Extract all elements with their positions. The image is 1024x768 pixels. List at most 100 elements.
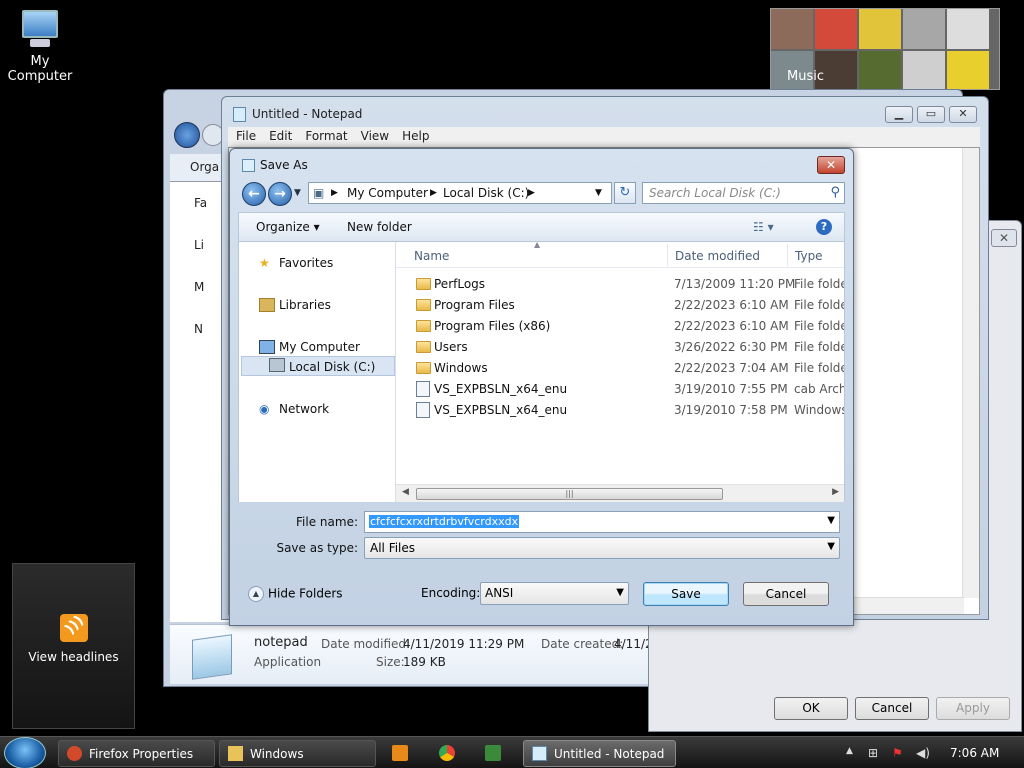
- column-name[interactable]: Name: [414, 249, 449, 263]
- dialog-close-button[interactable]: ✕: [817, 156, 845, 174]
- notepad-close-button[interactable]: ✕: [949, 106, 977, 123]
- detail-size-label: Size:: [376, 655, 405, 669]
- save-type-label: Save as type:: [276, 541, 358, 555]
- nav-item[interactable]: Fa: [194, 196, 207, 210]
- nav-libraries[interactable]: Libraries: [279, 298, 331, 312]
- clock[interactable]: 7:06 AM: [950, 746, 999, 760]
- nav-my-computer[interactable]: My Computer: [279, 340, 360, 354]
- nav-item[interactable]: N: [194, 322, 203, 336]
- address-dropdown-icon[interactable]: ▼: [595, 188, 602, 198]
- libraries-icon: [259, 298, 275, 312]
- nav-item[interactable]: M: [194, 280, 204, 294]
- chevron-right-icon[interactable]: ▶: [528, 188, 535, 198]
- search-icon[interactable]: ⚲: [830, 185, 840, 200]
- scroll-right-icon[interactable]: ▶: [832, 487, 839, 497]
- media-player-icon[interactable]: [392, 745, 408, 761]
- network-icon: ◉: [259, 402, 270, 416]
- breadcrumb-my-computer[interactable]: My Computer: [347, 186, 428, 200]
- back-arrow-icon[interactable]: ←: [242, 182, 266, 206]
- nav-local-disk[interactable]: Local Disk (C:): [289, 360, 375, 374]
- task-untitled-notepad[interactable]: Untitled - Notepad: [523, 740, 676, 767]
- volume-icon[interactable]: ◀): [916, 746, 930, 760]
- menu-bar: File Edit Format View Help: [228, 127, 980, 147]
- show-hidden-icons-icon[interactable]: ▲: [846, 746, 853, 756]
- app-icon[interactable]: [485, 745, 501, 761]
- menu-view[interactable]: View: [353, 127, 394, 143]
- menu-file[interactable]: File: [228, 127, 261, 143]
- feed-headlines-gadget[interactable]: View headlines: [12, 563, 135, 729]
- action-center-icon[interactable]: ⚑: [892, 746, 903, 760]
- save-form: File name: cfcfcfcxrxdrtdrbvfvcrdxxdx ▼ …: [238, 504, 845, 564]
- file-name-field[interactable]: cfcfcfcxrxdrtdrbvfvcrdxxdx ▼: [364, 511, 840, 533]
- views-icon[interactable]: ☷ ▾: [753, 220, 774, 234]
- file-name-label: File name:: [296, 515, 358, 529]
- volume-icon[interactable]: [903, 9, 945, 49]
- refresh-icon[interactable]: ↻: [614, 182, 636, 204]
- scroll-thumb[interactable]: |||: [416, 488, 723, 500]
- network-icon[interactable]: ⊞: [868, 746, 878, 760]
- save-as-dialog[interactable]: Save As ✕ ← → ▼ ▣ ▶ My Computer ▶ Local …: [229, 148, 854, 626]
- column-type[interactable]: Type: [795, 249, 823, 263]
- chevron-down-icon[interactable]: ▼: [616, 587, 624, 598]
- notepad-title: Untitled - Notepad: [252, 107, 363, 121]
- chevron-down-icon[interactable]: ▼: [827, 515, 835, 526]
- start-button[interactable]: [4, 737, 46, 768]
- horizontal-scrollbar[interactable]: ◀ ||| ▶: [396, 484, 844, 502]
- file-list[interactable]: Name ▲ Date modified Type PerfLogs 7/13/2…: [396, 242, 845, 502]
- organize-button[interactable]: Organize ▾: [256, 220, 320, 234]
- save-button[interactable]: Save: [643, 582, 729, 606]
- file-row[interactable]: Windows2/22/2023 7:04 AMFile folder: [396, 358, 844, 379]
- save-dialog-icon: [242, 159, 255, 172]
- file-row[interactable]: VS_EXPBSLN_x64_enu 3/19/2010 7:55 PM cab A…: [396, 379, 844, 400]
- nav-item[interactable]: Li: [194, 238, 204, 252]
- chevron-down-icon[interactable]: ▼: [827, 541, 835, 552]
- drive-icon: [269, 358, 285, 372]
- hide-folders-button[interactable]: ▲ Hide Folders: [248, 586, 343, 602]
- media-gadget[interactable]: Music: [770, 8, 1000, 90]
- folder-icon: [416, 362, 431, 374]
- file-row[interactable]: VS_EXPBSLN_x64_enu 3/19/2010 7:58 PM Windo…: [396, 400, 844, 421]
- recent-pages-chevron-icon[interactable]: ▼: [294, 188, 301, 198]
- file-row[interactable]: Program Files (x86) 2/22/2023 6:10 AM File…: [396, 316, 844, 337]
- save-type-value: All Files: [370, 541, 416, 555]
- minimize-button[interactable]: ▁: [885, 106, 913, 123]
- nav-network[interactable]: Network: [279, 402, 329, 416]
- menu-help[interactable]: Help: [394, 127, 434, 143]
- play-icon[interactable]: [903, 51, 945, 89]
- nav-favorites[interactable]: Favorites: [279, 256, 333, 270]
- folder-icon: [416, 299, 431, 311]
- chevron-right-icon[interactable]: ▶: [331, 188, 338, 198]
- back-button[interactable]: [174, 122, 200, 148]
- file-row[interactable]: Program Files2/22/2023 6:10 AMFile folde…: [396, 295, 844, 316]
- cancel-button[interactable]: Cancel: [855, 697, 929, 720]
- drive-icon: ▣: [313, 186, 325, 200]
- address-bar[interactable]: ▣ ▶ My Computer ▶ Local Disk (C:) ▶ ▼: [308, 182, 612, 204]
- detail-name: notepad: [254, 635, 308, 650]
- save-type-select[interactable]: All Files ▼: [364, 537, 840, 559]
- task-firefox-properties[interactable]: Firefox Properties: [58, 740, 215, 767]
- encoding-select[interactable]: ANSI ▼: [480, 582, 629, 605]
- menu-format[interactable]: Format: [297, 127, 352, 143]
- chevron-right-icon[interactable]: ▶: [430, 188, 437, 198]
- column-date-modified[interactable]: Date modified: [675, 249, 760, 263]
- new-folder-button[interactable]: New folder: [347, 220, 412, 234]
- scroll-left-icon[interactable]: ◀: [402, 487, 409, 497]
- chrome-icon[interactable]: [439, 745, 455, 761]
- vertical-scrollbar[interactable]: [962, 148, 979, 598]
- close-button[interactable]: ✕: [991, 229, 1017, 247]
- help-icon[interactable]: ?: [816, 219, 832, 235]
- breadcrumb-local-disk[interactable]: Local Disk (C:): [443, 186, 529, 200]
- forward-arrow-icon[interactable]: →: [268, 182, 292, 206]
- task-windows-folder[interactable]: Windows: [219, 740, 376, 767]
- my-computer-desktop-icon[interactable]: My Computer: [0, 8, 80, 84]
- maximize-button[interactable]: ▭: [917, 106, 945, 123]
- view-headlines-label[interactable]: View headlines: [13, 650, 134, 664]
- file-row[interactable]: Users3/26/2022 6:30 PMFile folder: [396, 337, 844, 358]
- music-label: Music: [787, 69, 824, 84]
- file-row[interactable]: PerfLogs7/13/2009 11:20 PMFile folder: [396, 274, 844, 295]
- ok-button[interactable]: OK: [774, 697, 848, 720]
- apply-button[interactable]: Apply: [936, 697, 1010, 720]
- menu-edit[interactable]: Edit: [261, 127, 297, 143]
- search-input[interactable]: Search Local Disk (C:) ⚲: [642, 182, 845, 204]
- cancel-button[interactable]: Cancel: [743, 582, 829, 606]
